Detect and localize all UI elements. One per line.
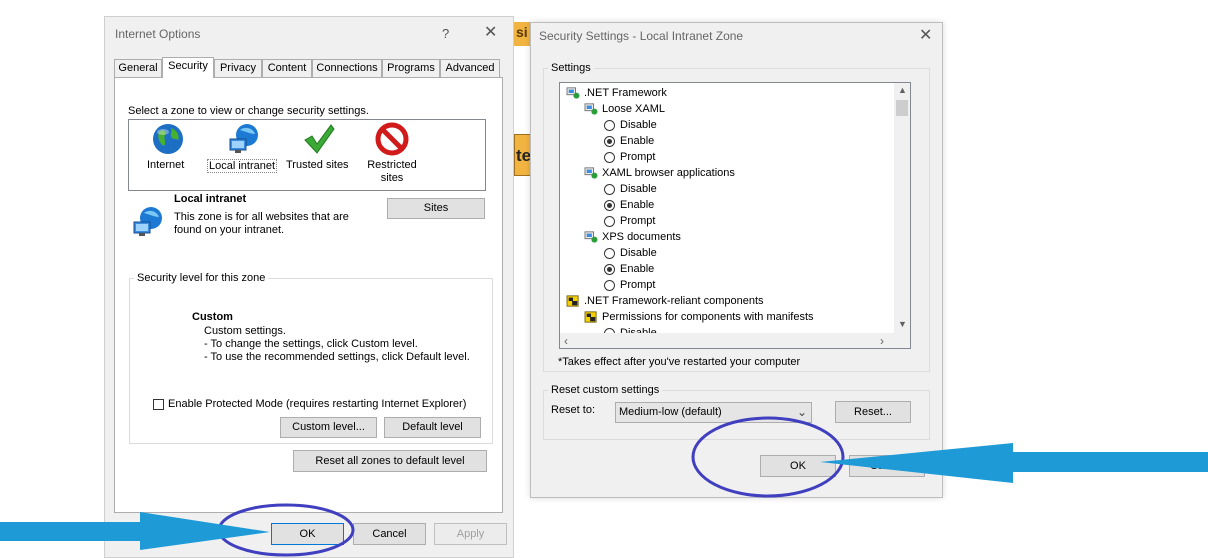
annotation-circle-right xyxy=(691,416,845,498)
annotation-overlay xyxy=(0,416,1208,557)
tab-security[interactable]: Security xyxy=(162,57,214,78)
annotation-arrow-right xyxy=(820,443,1208,483)
